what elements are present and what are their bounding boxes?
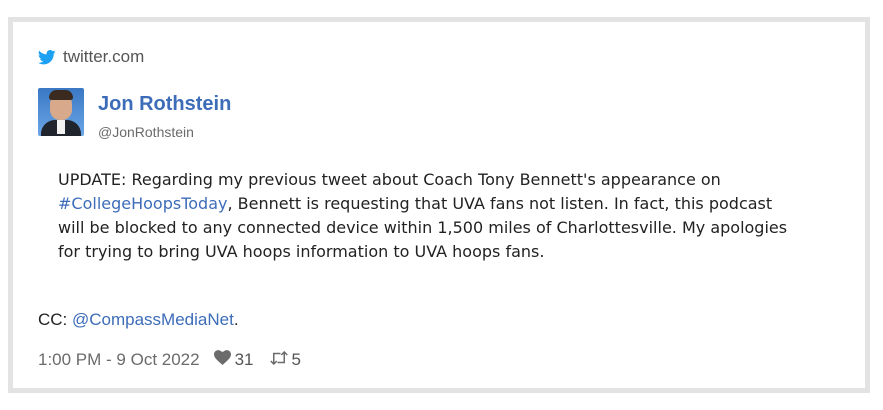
mention-link[interactable]: @CompassMediaNet: [72, 310, 234, 329]
cc-prefix: CC:: [38, 310, 72, 329]
cc-suffix: .: [233, 310, 239, 329]
author-block: Jon Rothstein @JonRothstein: [38, 88, 231, 140]
twitter-bird-icon: [38, 49, 56, 65]
tweet-text: UPDATE: Regarding my previous tweet abou…: [58, 168, 798, 264]
tweet-card: twitter.com Jon Rothstein @JonRothstein …: [8, 17, 870, 393]
heart-icon: [213, 350, 231, 370]
author-display-name[interactable]: Jon Rothstein: [98, 92, 231, 116]
retweet-button[interactable]: 5: [269, 350, 301, 370]
retweet-count: 5: [291, 350, 301, 369]
source-domain: twitter.com: [63, 47, 145, 66]
author-names: Jon Rothstein @JonRothstein: [98, 92, 231, 140]
cc-line: CC: @CompassMediaNet.: [38, 310, 239, 330]
like-button[interactable]: 31: [213, 350, 254, 370]
hashtag-link[interactable]: #CollegeHoopsToday: [58, 194, 227, 213]
timestamp[interactable]: 1:00 PM - 9 Oct 2022: [38, 350, 200, 370]
author-handle[interactable]: @JonRothstein: [98, 124, 231, 140]
like-count: 31: [234, 350, 254, 369]
source-row[interactable]: twitter.com: [38, 47, 144, 67]
tweet-meta: 1:00 PM - 9 Oct 2022 31 5: [38, 350, 301, 370]
tweet-text-before: UPDATE: Regarding my previous tweet abou…: [58, 170, 721, 189]
avatar[interactable]: [38, 88, 84, 136]
retweet-icon: [269, 350, 288, 370]
